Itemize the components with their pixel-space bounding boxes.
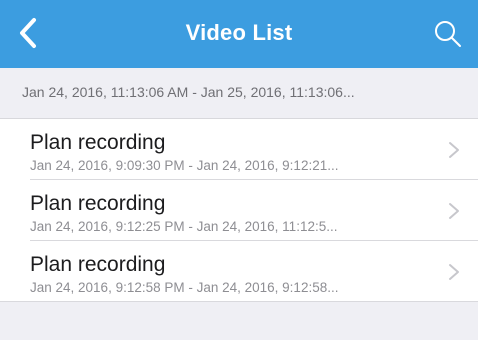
date-range-label: Jan 24, 2016, 11:13:06 AM - Jan 25, 2016…	[22, 84, 355, 100]
recording-time-range: Jan 24, 2016, 9:12:58 PM - Jan 24, 2016,…	[30, 280, 339, 295]
navigation-bar: Video List	[0, 0, 478, 68]
recording-title: Plan recording	[30, 253, 166, 276]
page-title: Video List	[185, 20, 293, 45]
recording-list: Plan recording Jan 24, 2016, 9:09:30 PM …	[0, 119, 478, 302]
search-icon	[435, 21, 461, 47]
recording-row[interactable]: Plan recording Jan 24, 2016, 9:09:30 PM …	[0, 119, 478, 180]
search-button[interactable]	[432, 18, 464, 50]
row-divider	[0, 301, 478, 302]
chevron-right-icon	[449, 142, 459, 158]
recording-title: Plan recording	[30, 192, 166, 215]
recording-row[interactable]: Plan recording Jan 24, 2016, 9:12:25 PM …	[0, 180, 478, 241]
chevron-right-icon	[449, 203, 459, 219]
chevron-right-icon	[449, 264, 459, 280]
recording-row[interactable]: Plan recording Jan 24, 2016, 9:12:58 PM …	[0, 241, 478, 302]
recording-time-range: Jan 24, 2016, 9:12:25 PM - Jan 24, 2016,…	[30, 219, 338, 234]
date-range-header: Jan 24, 2016, 11:13:06 AM - Jan 25, 2016…	[0, 68, 478, 119]
recording-title: Plan recording	[30, 131, 166, 154]
recording-time-range: Jan 24, 2016, 9:09:30 PM - Jan 24, 2016,…	[30, 158, 339, 173]
